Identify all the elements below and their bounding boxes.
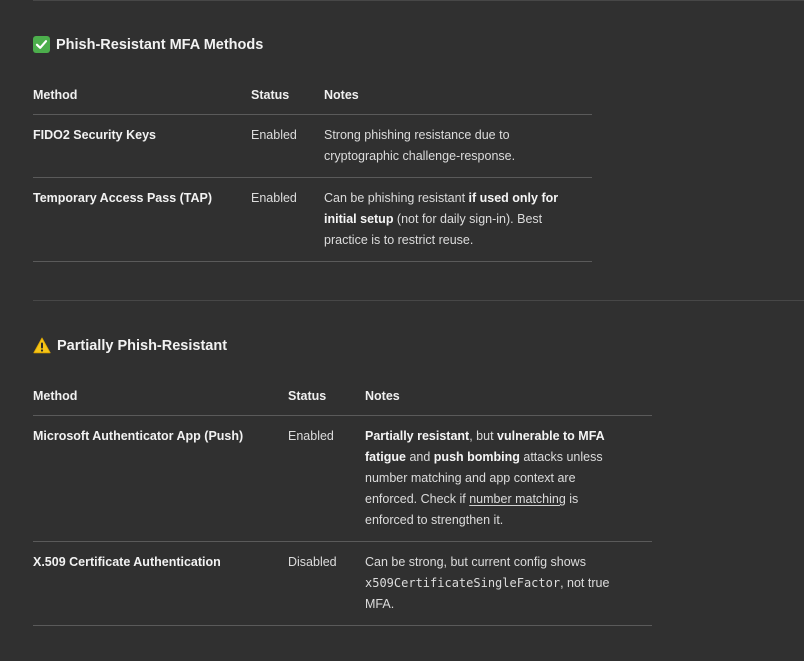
notes-emphasis: vulnerable to MFA — [497, 429, 605, 443]
section-divider — [33, 300, 804, 301]
notes-emphasis: push bombing — [433, 450, 520, 464]
section-phish-resistant: Phish-Resistant MFA Methods Method Statu… — [33, 36, 592, 262]
table-row: X.509 Certificate Authentication Disable… — [33, 541, 652, 626]
notes-text: Can be strong, but current config shows — [365, 555, 586, 569]
status-cell: Enabled — [288, 415, 365, 542]
column-header-notes: Notes — [365, 377, 652, 416]
status-cell: Enabled — [251, 114, 324, 178]
column-header-method: Method — [33, 377, 288, 416]
notes-emphasis: Partially resistant — [365, 429, 470, 443]
inline-code: x509CertificateSingleFactor — [365, 576, 561, 590]
status-cell: Disabled — [288, 541, 365, 626]
notes-text: MFA. — [365, 597, 395, 611]
method-cell: FIDO2 Security Keys — [33, 114, 251, 178]
status-cell: Enabled — [251, 177, 324, 262]
column-header-notes: Notes — [324, 76, 592, 115]
mfa-methods-table: Method Status Notes FIDO2 Security Keys … — [33, 76, 592, 262]
notes-text: number matching and app context are — [365, 471, 576, 485]
column-header-method: Method — [33, 76, 251, 115]
notes-text: is — [565, 492, 579, 506]
notes-emphasis: fatigue — [365, 450, 406, 464]
table-row: Microsoft Authenticator App (Push) Enabl… — [33, 415, 652, 542]
table-row: FIDO2 Security Keys Enabled Strong phish… — [33, 114, 592, 178]
notes-cell: Strong phishing resistance due to crypto… — [324, 114, 592, 178]
check-mark-icon — [33, 36, 50, 53]
section-title: Partially Phish-Resistant — [33, 337, 652, 354]
top-divider — [33, 0, 804, 1]
number-matching-link[interactable]: number matching — [469, 492, 566, 506]
notes-text: and — [405, 450, 434, 464]
notes-emphasis: initial setup — [324, 212, 394, 226]
method-cell: Microsoft Authenticator App (Push) — [33, 415, 288, 542]
warning-icon — [33, 337, 51, 354]
partial-methods-table: Method Status Notes Microsoft Authentica… — [33, 377, 652, 626]
table-row: Temporary Access Pass (TAP) Enabled Can … — [33, 177, 592, 262]
table-header-row: Method Status Notes — [33, 377, 652, 416]
section-title-text: Partially Phish-Resistant — [57, 337, 228, 354]
section-title-text: Phish-Resistant MFA Methods — [56, 36, 264, 53]
notes-text: , but — [469, 429, 498, 443]
notes-cell: Partially resistant, but vulnerable to M… — [365, 415, 652, 542]
method-cell: Temporary Access Pass (TAP) — [33, 177, 251, 262]
column-header-status: Status — [288, 377, 365, 416]
notes-cell: Can be phishing resistant if used only f… — [324, 177, 592, 262]
notes-text: enforced to strengthen it. — [365, 513, 504, 527]
notes-text: Can be phishing resistant — [324, 191, 469, 205]
notes-emphasis: if used only for — [468, 191, 559, 205]
notes-text: enforced. Check if — [365, 492, 470, 506]
notes-text: , not true — [560, 576, 610, 590]
section-title: Phish-Resistant MFA Methods — [33, 36, 592, 53]
section-partially-phish-resistant: Partially Phish-Resistant Method Status … — [33, 337, 652, 626]
notes-text: attacks unless — [519, 450, 603, 464]
notes-text: cryptographic challenge-response. — [324, 149, 516, 163]
notes-text: Strong phishing resistance due to — [324, 128, 510, 142]
method-cell: X.509 Certificate Authentication — [33, 541, 288, 626]
column-header-status: Status — [251, 76, 324, 115]
table-header-row: Method Status Notes — [33, 76, 592, 115]
notes-text: (not for daily sign-in). Best — [393, 212, 543, 226]
notes-cell: Can be strong, but current config shows … — [365, 541, 652, 626]
notes-text: practice is to restrict reuse. — [324, 233, 474, 247]
